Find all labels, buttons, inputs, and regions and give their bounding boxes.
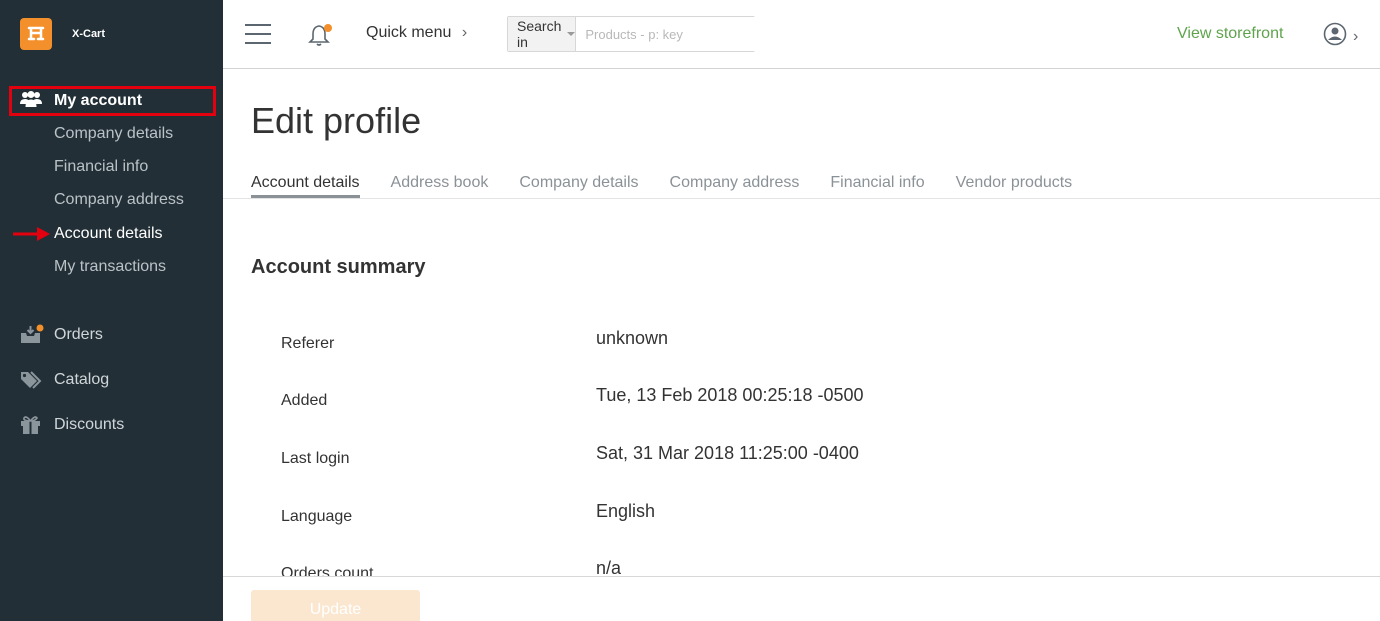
sidebar-item-label: My account [54, 92, 143, 109]
search-scope-label: Search in [517, 18, 562, 50]
tab-company-details[interactable]: Company details [519, 174, 638, 199]
tab-account-details[interactable]: Account details [251, 174, 360, 199]
sidebar-item-catalog[interactable]: Catalog [20, 370, 109, 395]
tabs-divider [223, 198, 1380, 199]
chevron-right-icon: › [1353, 27, 1359, 45]
sidebar-subitem-financial-info[interactable]: Financial info [54, 158, 148, 176]
top-header: Quick menu › Search in View storefront › [223, 0, 1380, 69]
sidebar: X-Cart My account Company details Financ… [0, 0, 223, 621]
hamburger-menu-icon[interactable] [245, 24, 271, 44]
search-scope-select[interactable]: Search in [508, 17, 577, 51]
sidebar-subitem-account-details[interactable]: Account details [54, 225, 163, 243]
quick-menu-button[interactable]: Quick menu › [366, 24, 467, 42]
search-input[interactable] [576, 17, 762, 51]
caret-down-icon [567, 32, 576, 36]
search-bar: Search in [507, 16, 762, 52]
page-title: Edit profile [251, 100, 422, 141]
field-value-language: English [596, 501, 656, 521]
quick-menu-label: Quick menu [366, 24, 452, 41]
orders-icon [20, 324, 44, 349]
user-menu-button[interactable]: › [1323, 22, 1358, 51]
users-icon [20, 90, 42, 112]
tab-vendor-products[interactable]: Vendor products [956, 174, 1073, 199]
brand-name: X-Cart [72, 28, 106, 40]
x-cart-logo-icon [20, 18, 52, 50]
chevron-right-icon: › [461, 24, 468, 41]
field-value-added: Tue, 13 Feb 2018 00:25:18 -0500 [596, 385, 864, 405]
red-arrow-icon [13, 226, 51, 247]
view-storefront-link[interactable]: View storefront [1177, 25, 1283, 43]
sidebar-item-label: Discounts [54, 416, 125, 433]
gift-icon [20, 415, 42, 440]
tab-company-address[interactable]: Company address [670, 174, 800, 199]
field-value-last-login: Sat, 31 Mar 2018 11:25:00 -0400 [596, 443, 859, 463]
tags-icon [20, 370, 42, 395]
sidebar-item-label: Catalog [54, 371, 110, 388]
sidebar-subitem-company-details[interactable]: Company details [54, 125, 173, 143]
profile-tabs: Account details Address book Company det… [251, 174, 1103, 199]
sidebar-subitem-company-address[interactable]: Company address [54, 191, 184, 209]
user-avatar-icon [1323, 22, 1347, 51]
sidebar-item-orders[interactable]: Orders [20, 324, 103, 349]
field-label-added: Added [281, 392, 328, 409]
sidebar-item-my-account[interactable]: My account [9, 86, 216, 116]
bell-icon[interactable] [307, 22, 333, 53]
tab-financial-info[interactable]: Financial info [830, 174, 924, 199]
update-button[interactable]: Update [251, 590, 420, 621]
sidebar-item-label: Orders [54, 326, 103, 343]
tab-address-book[interactable]: Address book [391, 174, 489, 199]
field-label-last-login: Last login [281, 450, 350, 467]
sidebar-item-discounts[interactable]: Discounts [20, 415, 124, 440]
field-value-referer: unknown [596, 328, 669, 348]
field-label-referer: Referer [281, 335, 335, 352]
brand[interactable]: X-Cart [20, 18, 105, 50]
sidebar-subitem-my-transactions[interactable]: My transactions [54, 258, 166, 276]
field-label-language: Language [281, 508, 353, 525]
account-summary-title: Account summary [251, 256, 426, 278]
